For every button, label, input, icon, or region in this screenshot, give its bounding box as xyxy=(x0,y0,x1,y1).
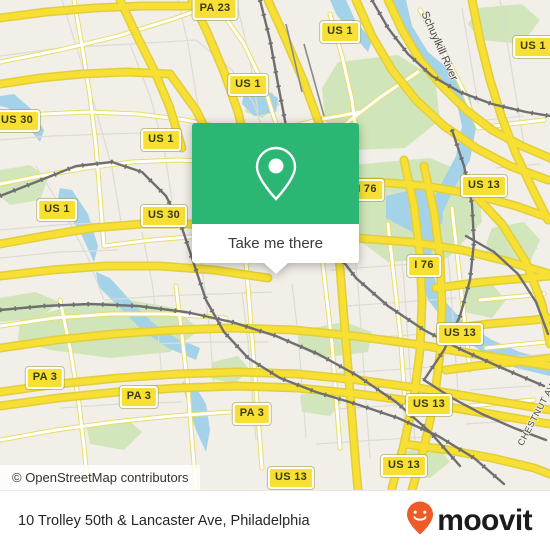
moovit-logo[interactable]: moovit xyxy=(405,500,533,541)
highway-shield: US 1 xyxy=(320,21,360,43)
highway-shield: US 13 xyxy=(436,323,484,345)
popup-icon-area xyxy=(192,123,359,224)
address-label: 10 Trolley 50th & Lancaster Ave, Philade… xyxy=(18,512,310,529)
highway-shield: US 1 xyxy=(141,129,181,151)
moovit-wordmark: moovit xyxy=(437,503,532,537)
moovit-pin-icon xyxy=(405,500,435,541)
highway-shield: I 76 xyxy=(407,255,441,277)
highway-shield: US 13 xyxy=(380,455,428,477)
highway-shield: US 1 xyxy=(37,199,77,221)
take-me-there-popup[interactable]: Take me there xyxy=(192,123,359,274)
highway-shield: US 30 xyxy=(140,205,188,227)
highway-shield: PA 3 xyxy=(119,386,159,408)
popup-action-area[interactable]: Take me there xyxy=(192,224,359,263)
highway-shield: US 13 xyxy=(405,394,453,416)
highway-shield: US 13 xyxy=(460,175,508,197)
footer-bar: 10 Trolley 50th & Lancaster Ave, Philade… xyxy=(0,490,550,550)
map-pin-icon xyxy=(252,145,300,203)
popup-tail xyxy=(263,263,288,274)
map-canvas[interactable]: Schuylkill River CHESTNUT AVE PA 23 US 1… xyxy=(0,0,550,490)
highway-shield: US 1 xyxy=(513,36,550,58)
highway-shield: US 30 xyxy=(0,110,41,132)
highway-shield: PA 3 xyxy=(232,403,272,425)
highway-shield: US 13 xyxy=(267,467,315,489)
moovit-map-screen: Schuylkill River CHESTNUT AVE PA 23 US 1… xyxy=(0,0,550,550)
osm-attribution[interactable]: © OpenStreetMap contributors xyxy=(0,465,200,490)
highway-shield: PA 23 xyxy=(192,0,238,20)
highway-shield: PA 3 xyxy=(25,367,65,389)
highway-shield: US 1 xyxy=(228,74,268,96)
take-me-there-label: Take me there xyxy=(227,235,324,252)
